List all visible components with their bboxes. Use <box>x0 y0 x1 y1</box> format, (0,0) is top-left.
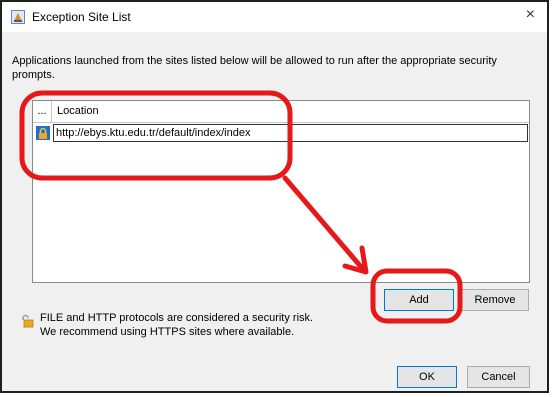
location-input[interactable] <box>53 124 528 142</box>
lock-icon <box>36 126 50 140</box>
column-header-location[interactable]: Location <box>57 101 99 122</box>
java-app-icon <box>11 10 25 24</box>
ok-button[interactable]: OK <box>397 366 457 388</box>
security-warning: FILE and HTTP protocols are considered a… <box>40 311 313 339</box>
location-table: ... Location <box>32 100 530 283</box>
close-icon[interactable]: × <box>526 7 535 23</box>
table-row[interactable] <box>33 123 529 143</box>
exception-site-list-dialog: Exception Site List × Applications launc… <box>0 0 549 393</box>
warning-line-1: FILE and HTTP protocols are considered a… <box>40 312 314 324</box>
title-bar: Exception Site List × <box>2 2 547 32</box>
table-header: ... Location <box>33 101 529 123</box>
cancel-button[interactable]: Cancel <box>467 366 530 388</box>
unlocked-padlock-icon <box>22 314 34 328</box>
description-text: Applications launched from the sites lis… <box>12 55 497 81</box>
dialog-title: Exception Site List <box>32 10 131 24</box>
add-button[interactable]: Add <box>384 289 454 311</box>
warning-line-2: We recommend using HTTPS sites where ava… <box>40 326 295 338</box>
column-header-dots[interactable]: ... <box>33 101 52 122</box>
remove-button[interactable]: Remove <box>461 289 529 311</box>
